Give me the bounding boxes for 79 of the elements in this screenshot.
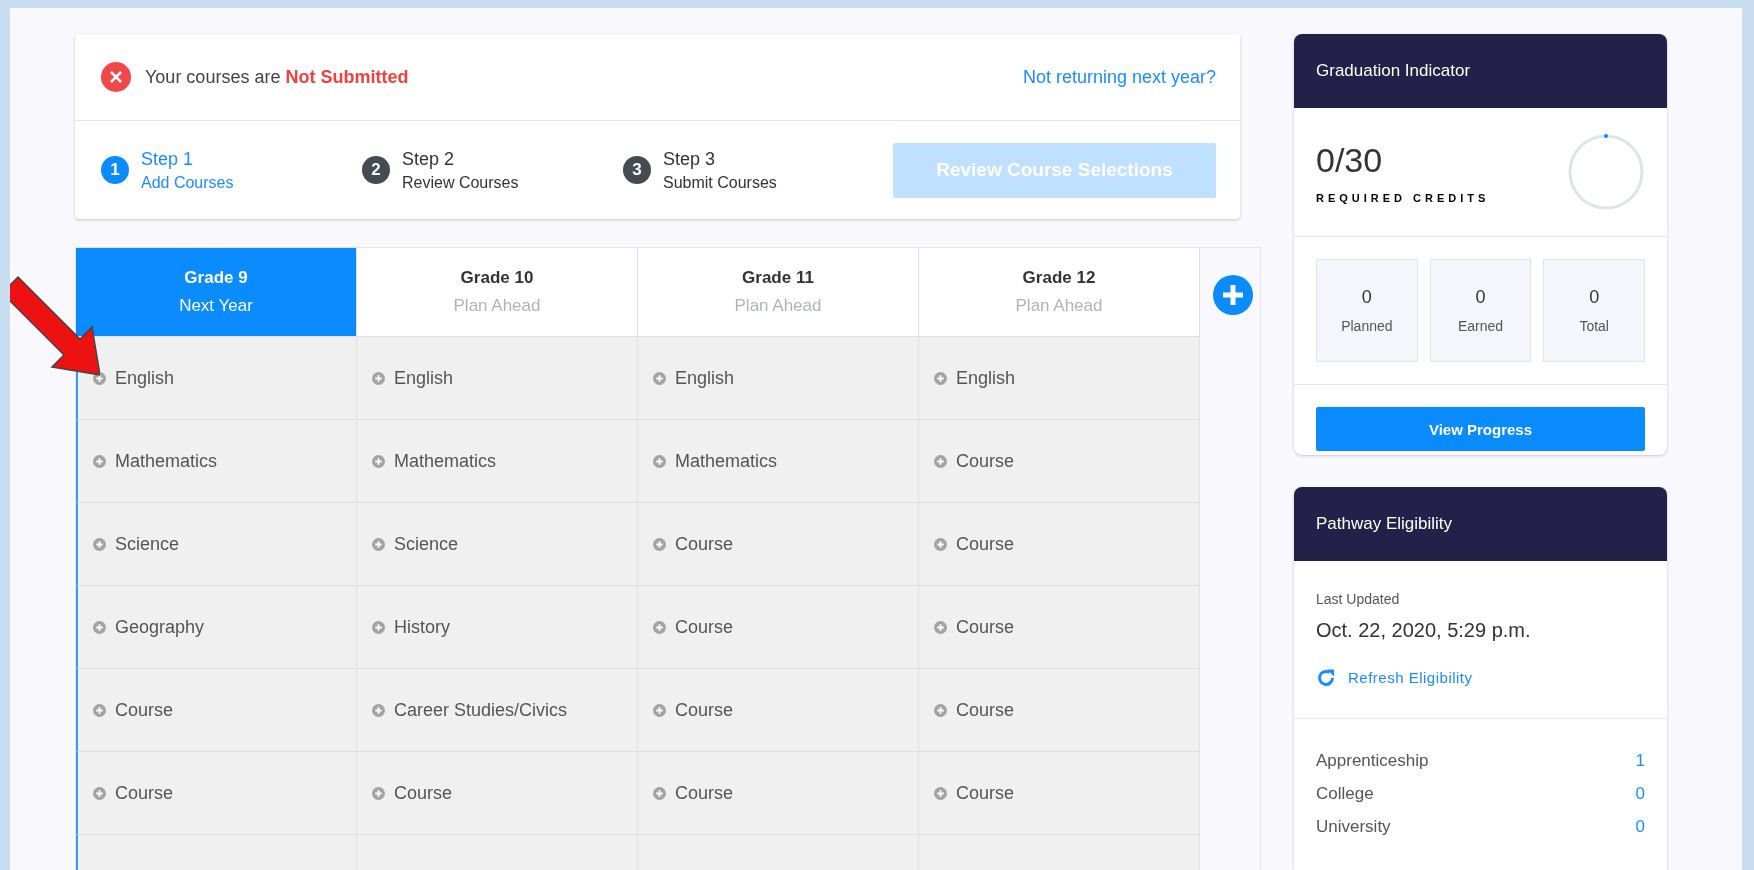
- plus-icon: [934, 454, 947, 468]
- course-slot[interactable]: English: [76, 337, 356, 420]
- course-slot[interactable]: Course: [919, 752, 1199, 835]
- plus-icon: [93, 703, 106, 717]
- course-slot[interactable]: English: [638, 337, 918, 420]
- plus-icon: [653, 786, 666, 800]
- plus-icon: [653, 371, 666, 385]
- plus-icon: [653, 537, 666, 551]
- plus-icon: [372, 620, 385, 634]
- plus-icon: [934, 537, 947, 551]
- step-title: Step 2: [402, 148, 456, 171]
- credits-count: 0/30: [1316, 140, 1384, 180]
- course-slot[interactable]: Science: [357, 503, 637, 586]
- step-label: Add Courses: [141, 173, 234, 193]
- plus-icon: [653, 703, 666, 717]
- error-icon: [101, 62, 131, 92]
- grade-tab[interactable]: Grade 12 Plan Ahead: [919, 248, 1199, 337]
- course-slot[interactable]: Course: [357, 752, 637, 835]
- course-slot[interactable]: Mathematics: [76, 420, 356, 503]
- plus-icon: [653, 620, 666, 634]
- step-title: Step 1: [141, 148, 195, 171]
- course-slot[interactable]: Science: [76, 503, 356, 586]
- plus-icon: [372, 371, 385, 385]
- card-title: Graduation Indicator: [1294, 34, 1667, 108]
- course-slot[interactable]: Course: [638, 752, 918, 835]
- plus-icon: [372, 537, 385, 551]
- plus-icon: [372, 454, 385, 468]
- plus-icon: [93, 620, 106, 634]
- grade-tab[interactable]: Grade 10 Plan Ahead: [357, 248, 637, 337]
- course-slot[interactable]: Career Studies/Civics: [357, 669, 637, 752]
- course-slot[interactable]: Mathematics: [357, 420, 637, 503]
- plus-icon: [93, 454, 106, 468]
- pointer-arrow-icon: [10, 275, 100, 376]
- credits-label: REQUIRED CREDITS: [1316, 191, 1490, 204]
- course-slot[interactable]: Mathematics: [638, 420, 918, 503]
- course-slot[interactable]: History: [357, 586, 637, 669]
- pathway-name: Apprenticeship: [1316, 751, 1429, 772]
- course-slot[interactable]: Geography: [76, 586, 356, 669]
- plus-icon: [934, 786, 947, 800]
- course-slot[interactable]: Course: [638, 586, 918, 669]
- course-slot[interactable]: Course: [76, 669, 356, 752]
- last-updated-date: Oct. 22, 2020, 5:29 p.m.: [1316, 618, 1532, 642]
- status-message: Your courses are Not Submitted: [145, 66, 410, 88]
- course-slot[interactable]: Course: [919, 420, 1199, 503]
- stat-tile: 0 Earned: [1429, 259, 1532, 362]
- plus-icon: [372, 786, 385, 800]
- course-slot[interactable]: English: [919, 337, 1199, 420]
- plus-icon: [93, 537, 106, 551]
- plus-icon: [934, 371, 947, 385]
- step-number-icon: 2: [362, 156, 390, 184]
- plus-icon: [93, 786, 106, 800]
- plus-icon: [934, 703, 947, 717]
- course-slot[interactable]: English: [357, 337, 637, 420]
- step-number-icon: 3: [623, 156, 651, 184]
- pathway-count: 1: [1635, 751, 1645, 772]
- stat-tile: 0 Planned: [1316, 259, 1418, 362]
- pathway-name: College: [1316, 784, 1374, 805]
- course-slot[interactable]: Course: [919, 503, 1199, 586]
- pathway-count: 0: [1635, 784, 1645, 805]
- step-title: Step 3: [663, 148, 717, 171]
- stat-tile: 0 Total: [1543, 259, 1645, 362]
- add-grade-button[interactable]: [1213, 275, 1253, 315]
- pathway-name: University: [1316, 817, 1391, 838]
- pathway-count: 0: [1635, 817, 1645, 838]
- course-slot[interactable]: Course: [638, 503, 918, 586]
- course-slot[interactable]: Course: [76, 752, 356, 835]
- refresh-icon: [1316, 667, 1336, 688]
- step-label: Submit Courses: [663, 173, 777, 193]
- course-slot[interactable]: Course: [919, 669, 1199, 752]
- course-slot[interactable]: Course: [638, 669, 918, 752]
- step-label: Review Courses: [402, 173, 519, 193]
- plus-icon: [934, 620, 947, 634]
- plus-icon: [372, 703, 385, 717]
- card-title: Pathway Eligibility: [1294, 486, 1667, 561]
- plus-icon: [653, 454, 666, 468]
- step-number-icon: 1: [101, 156, 129, 184]
- course-slot[interactable]: Course: [919, 586, 1199, 669]
- grade-tab[interactable]: Grade 11 Plan Ahead: [638, 248, 918, 337]
- last-updated-label: Last Updated: [1316, 590, 1401, 607]
